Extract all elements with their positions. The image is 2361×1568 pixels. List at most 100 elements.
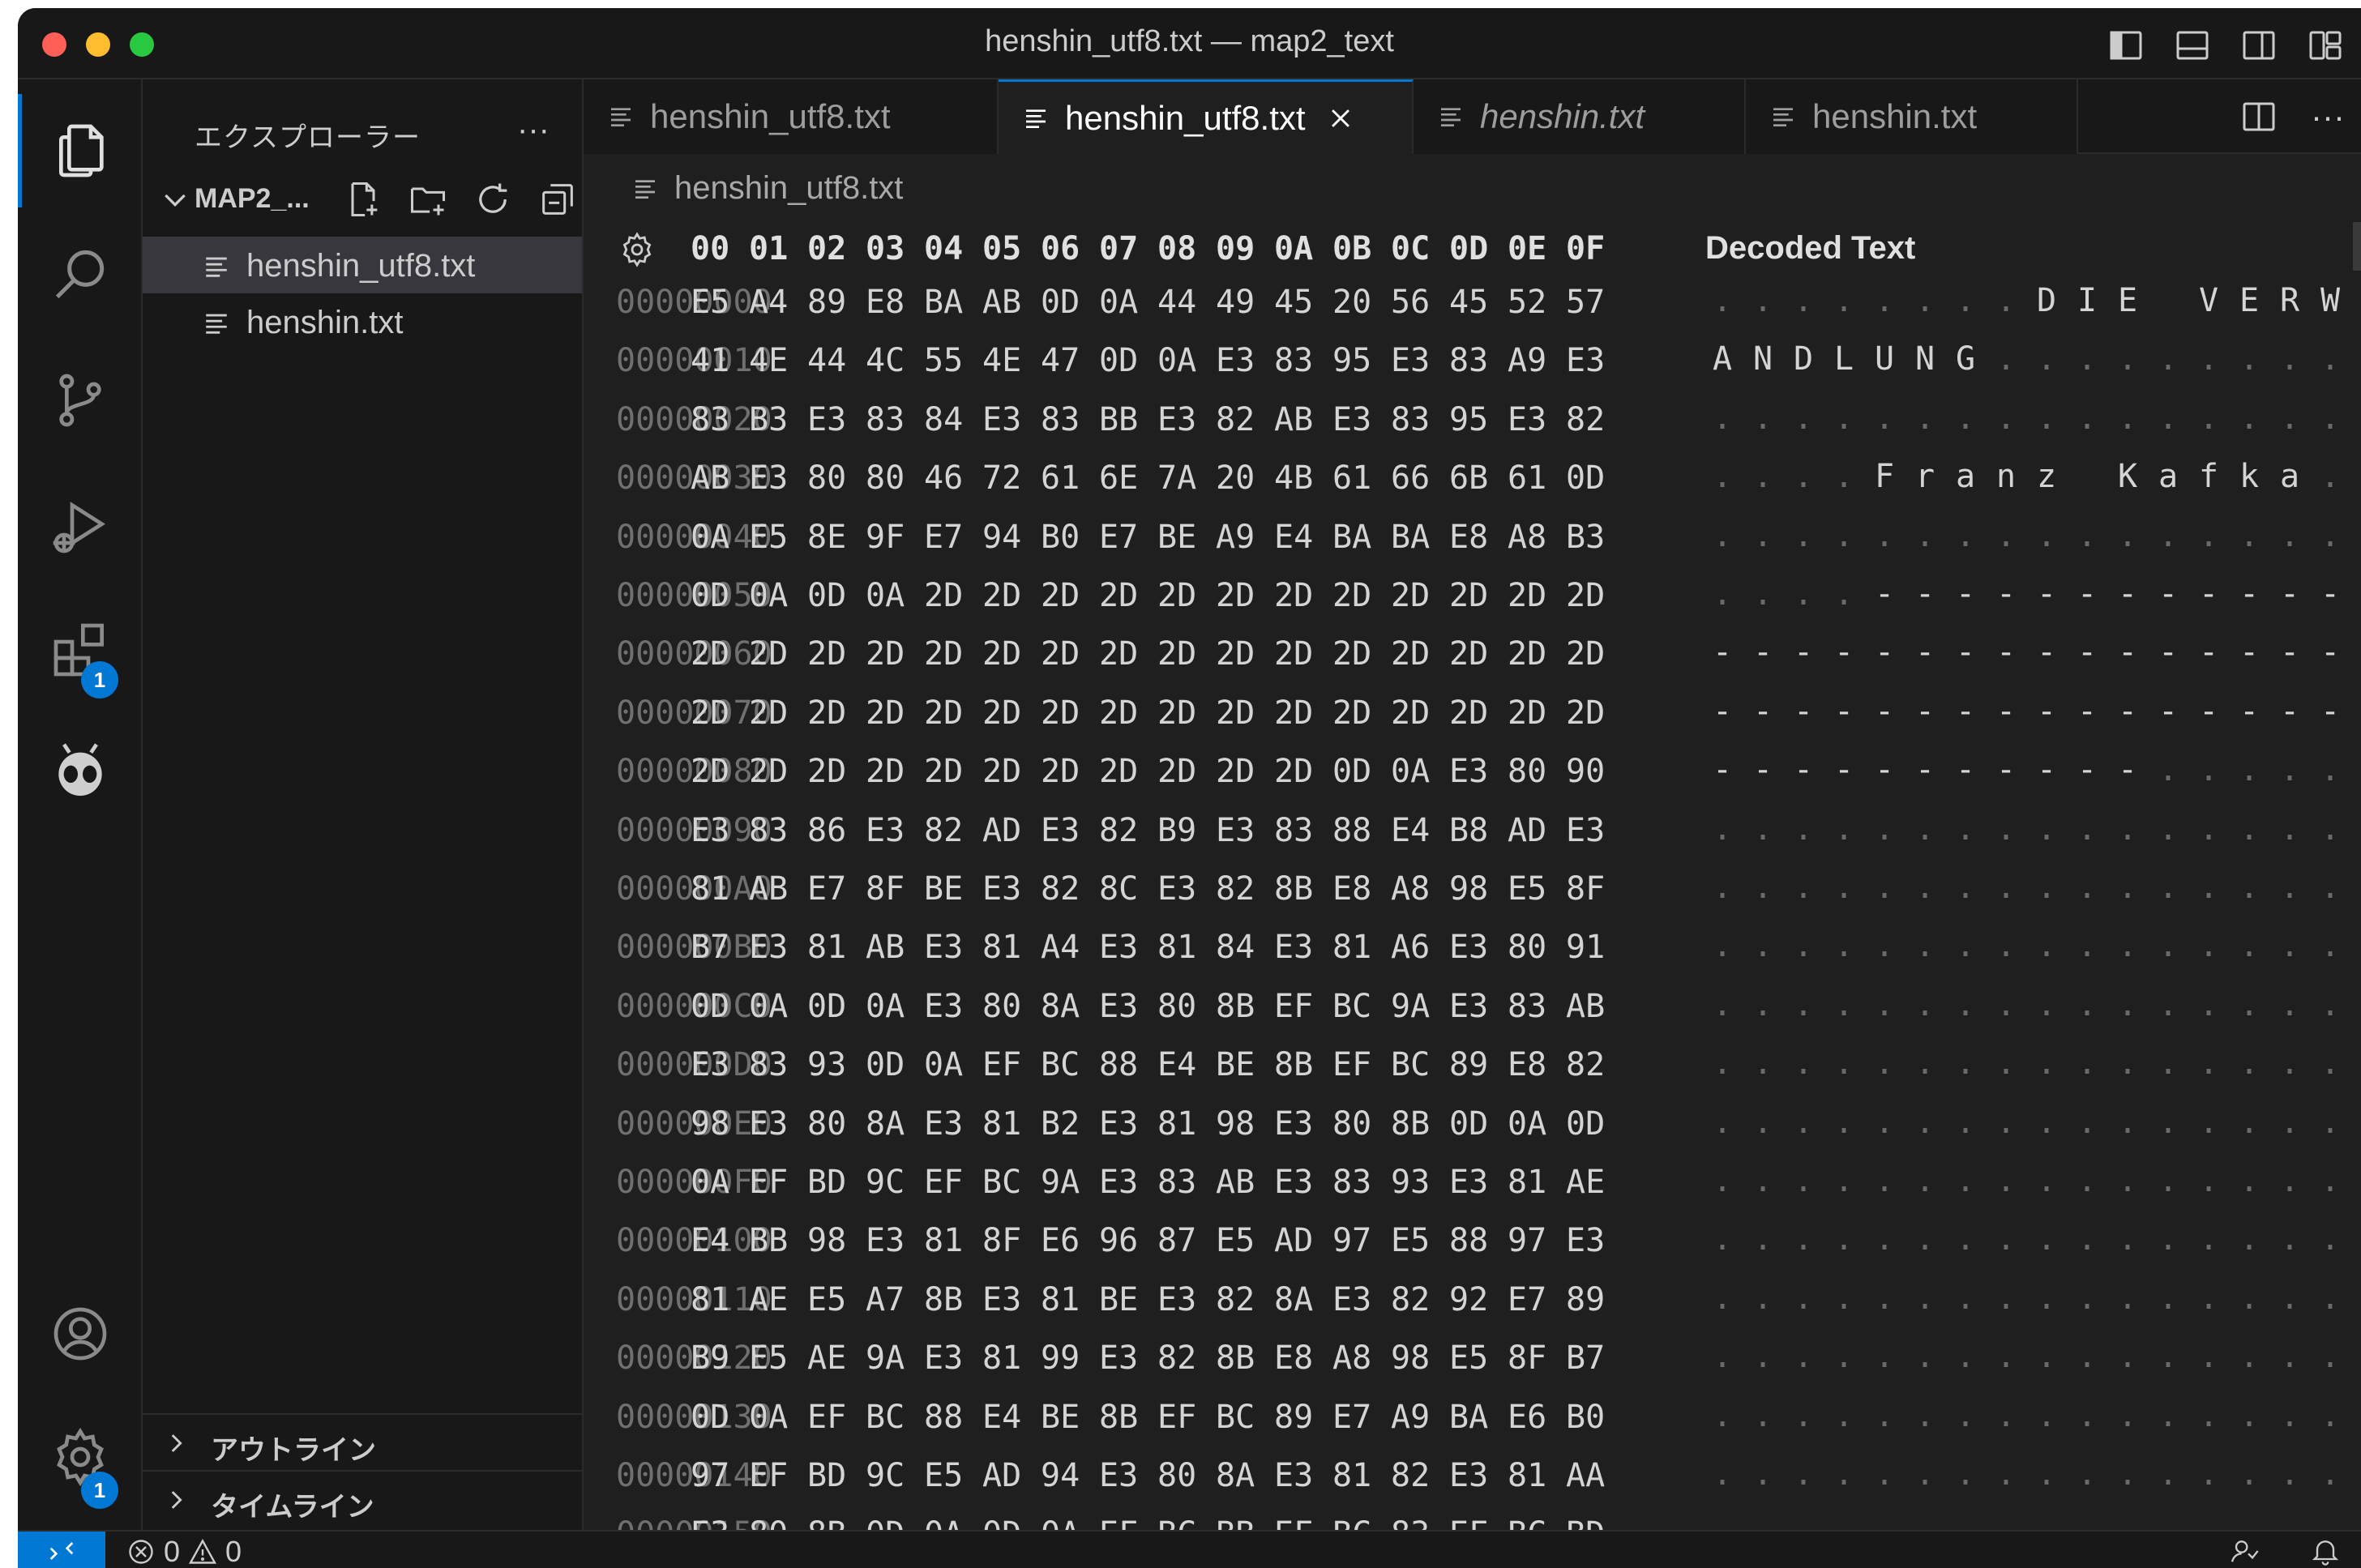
- decoded-char[interactable]: .: [1947, 810, 1984, 848]
- decoded-char[interactable]: .: [2028, 340, 2065, 378]
- hex-byte[interactable]: 80: [1508, 753, 1546, 790]
- decoded-char[interactable]: -: [1947, 751, 1984, 788]
- decoded-char[interactable]: .: [1704, 1338, 1741, 1375]
- decoded-char[interactable]: -: [2028, 575, 2065, 613]
- hex-byte[interactable]: 83: [1449, 342, 1488, 379]
- decoded-char[interactable]: .: [2312, 1455, 2349, 1493]
- hex-byte[interactable]: 8B: [1099, 1399, 1138, 1436]
- decoded-char[interactable]: .: [2068, 1104, 2106, 1141]
- decoded-char[interactable]: .: [2068, 517, 2106, 554]
- decoded-char[interactable]: .: [1947, 986, 1984, 1023]
- decoded-char[interactable]: .: [1906, 869, 1944, 906]
- decoded-char[interactable]: .: [2149, 399, 2187, 437]
- hex-byte[interactable]: 81: [1332, 1457, 1371, 1494]
- hex-byte[interactable]: 2D: [1041, 577, 1080, 614]
- decoded-char[interactable]: .: [1987, 986, 2025, 1023]
- decoded-char[interactable]: .: [1825, 1104, 1863, 1141]
- hex-byte[interactable]: E3: [924, 929, 963, 966]
- close-icon[interactable]: [1327, 105, 1354, 132]
- decoded-char[interactable]: .: [1785, 458, 1822, 495]
- hex-byte[interactable]: E3: [1449, 988, 1488, 1025]
- hex-byte[interactable]: E3: [982, 870, 1021, 908]
- decoded-char[interactable]: I: [2068, 282, 2106, 319]
- decoded-char[interactable]: .: [2149, 1397, 2187, 1434]
- decoded-char[interactable]: .: [2068, 986, 2106, 1023]
- decoded-char[interactable]: .: [2149, 340, 2187, 378]
- decoded-char[interactable]: -: [2190, 634, 2227, 671]
- hex-byte[interactable]: 2D: [1332, 577, 1371, 614]
- decoded-char[interactable]: .: [1744, 810, 1781, 848]
- hex-byte[interactable]: 82: [1391, 1457, 1430, 1494]
- decoded-char[interactable]: .: [2149, 1220, 2187, 1258]
- decoded-char[interactable]: .: [1704, 1280, 1741, 1317]
- hex-byte[interactable]: 2D: [924, 694, 963, 732]
- decoded-char[interactable]: .: [1785, 986, 1822, 1023]
- decoded-char[interactable]: .: [1947, 927, 1984, 964]
- hex-byte[interactable]: EF: [1157, 1399, 1196, 1436]
- file-item-henshin-utf8[interactable]: henshin_utf8.txt: [143, 237, 582, 293]
- hex-byte[interactable]: 81: [1332, 929, 1371, 966]
- decoded-char[interactable]: .: [2149, 1280, 2187, 1317]
- hex-byte[interactable]: E3: [1099, 1164, 1138, 1201]
- decoded-char[interactable]: R: [2271, 282, 2308, 319]
- hex-byte[interactable]: E3: [982, 1281, 1021, 1318]
- hex-byte[interactable]: 94: [1041, 1457, 1080, 1494]
- decoded-char[interactable]: -: [1866, 693, 1903, 730]
- hex-byte[interactable]: 86: [807, 812, 846, 849]
- hex-byte[interactable]: 9C: [866, 1164, 905, 1201]
- decoded-char[interactable]: .: [1866, 1220, 1903, 1258]
- hex-byte[interactable]: 2D: [1157, 635, 1196, 673]
- hex-byte[interactable]: E5: [749, 519, 788, 556]
- hex-byte[interactable]: 80: [1332, 1105, 1371, 1143]
- hex-byte[interactable]: 89: [1566, 1281, 1605, 1318]
- hex-byte[interactable]: 98: [807, 1222, 846, 1259]
- hex-byte[interactable]: 83: [749, 1046, 788, 1083]
- hex-byte[interactable]: 83: [1041, 401, 1080, 438]
- decoded-char[interactable]: .: [1906, 1162, 1944, 1199]
- decoded-char[interactable]: -: [1866, 751, 1903, 788]
- hex-byte[interactable]: AE: [749, 1281, 788, 1318]
- decoded-char[interactable]: .: [2068, 340, 2106, 378]
- hex-byte[interactable]: 83: [1157, 1164, 1196, 1201]
- decoded-char[interactable]: .: [2109, 986, 2146, 1023]
- hex-byte[interactable]: 61: [1332, 459, 1371, 497]
- decoded-char[interactable]: -: [1825, 751, 1863, 788]
- decoded-char[interactable]: .: [1906, 810, 1944, 848]
- hex-byte[interactable]: E5: [1391, 1222, 1430, 1259]
- hex-byte[interactable]: 96: [1099, 1222, 1138, 1259]
- hex-byte[interactable]: AA: [1566, 1457, 1605, 1494]
- hex-byte[interactable]: 2D: [1508, 694, 1546, 732]
- hex-byte[interactable]: 2D: [1391, 577, 1430, 614]
- decoded-char[interactable]: -: [2312, 634, 2349, 671]
- decoded-char[interactable]: .: [2068, 399, 2106, 437]
- hex-byte[interactable]: 2D: [982, 635, 1021, 673]
- hex-byte[interactable]: 0D: [1099, 342, 1138, 379]
- hex-byte[interactable]: 9A: [1041, 1164, 1080, 1201]
- decoded-char[interactable]: .: [2312, 1280, 2349, 1317]
- decoded-char[interactable]: .: [2271, 399, 2308, 437]
- hex-byte[interactable]: 90: [1566, 753, 1605, 790]
- decoded-char[interactable]: .: [2231, 340, 2268, 378]
- hex-byte[interactable]: 80: [1508, 929, 1546, 966]
- hex-byte[interactable]: 8F: [982, 1222, 1021, 1259]
- decoded-char[interactable]: .: [1906, 1220, 1944, 1258]
- decoded-char[interactable]: .: [1906, 1455, 1944, 1493]
- hex-byte[interactable]: E3: [1274, 1164, 1313, 1201]
- decoded-char[interactable]: .: [2312, 1338, 2349, 1375]
- hex-byte[interactable]: 4E: [982, 342, 1021, 379]
- decoded-char[interactable]: .: [1906, 986, 1944, 1023]
- hex-byte[interactable]: EF: [924, 1164, 963, 1201]
- decoded-char[interactable]: .: [1866, 1338, 1903, 1375]
- hex-byte[interactable]: 0D: [691, 577, 729, 614]
- hex-byte[interactable]: AD: [982, 1457, 1021, 1494]
- decoded-char[interactable]: E: [2109, 282, 2146, 319]
- decoded-char[interactable]: D: [2028, 282, 2065, 319]
- decoded-char[interactable]: .: [1825, 927, 1863, 964]
- hex-byte[interactable]: E3: [924, 1339, 963, 1377]
- hex-byte[interactable]: 0A: [1099, 284, 1138, 321]
- decoded-char[interactable]: .: [2271, 986, 2308, 1023]
- hex-byte[interactable]: E4: [691, 1222, 729, 1259]
- hex-byte[interactable]: 89: [1274, 1399, 1313, 1436]
- hex-byte[interactable]: 98: [1391, 1339, 1430, 1377]
- hex-byte[interactable]: E3: [749, 1105, 788, 1143]
